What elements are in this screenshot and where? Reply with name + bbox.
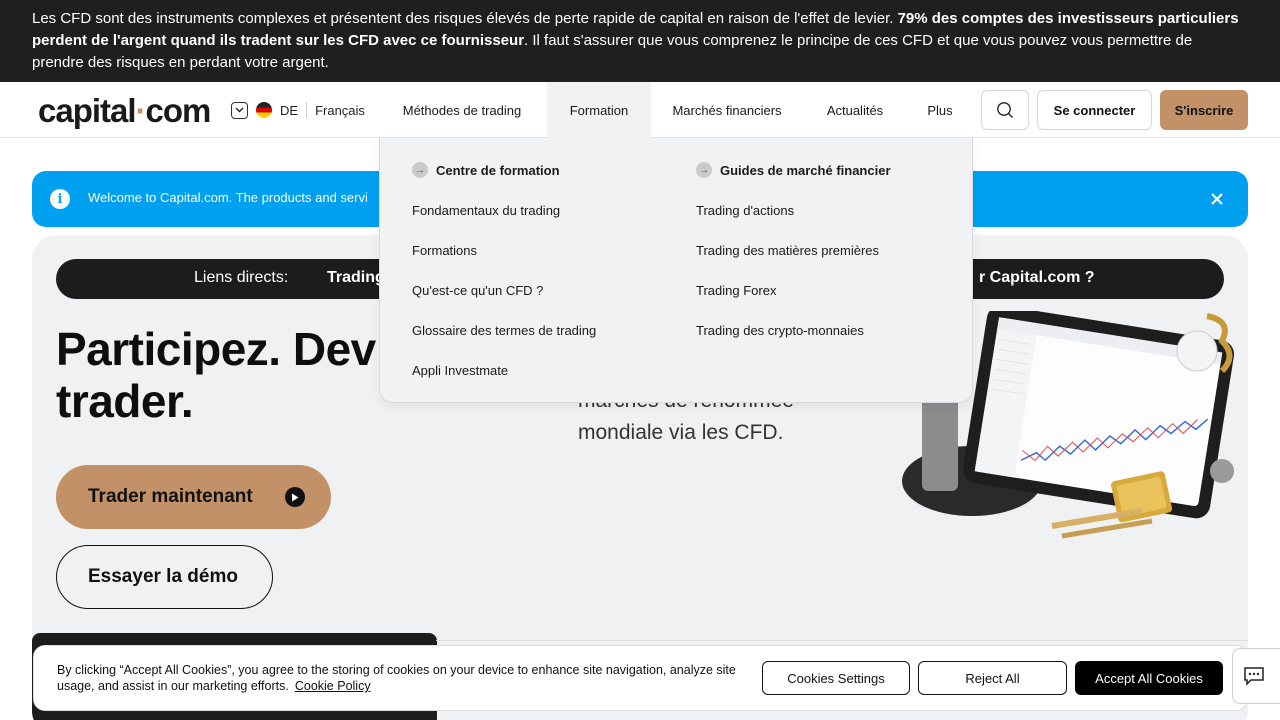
quick-links-label: Liens directs: xyxy=(194,269,289,286)
quick-link-trading[interactable]: Trading xyxy=(327,269,385,287)
quick-link-capital[interactable]: r Capital.com ? xyxy=(979,269,1095,287)
cookie-text: By clicking “Accept All Cookies”, you ag… xyxy=(57,662,737,694)
risk-text-1: Les CFD sont des instruments complexes e… xyxy=(32,10,898,27)
cookies-settings-button[interactable]: Cookies Settings xyxy=(762,661,910,695)
arrow-right-icon: → xyxy=(696,162,712,178)
logo-part-com: com xyxy=(145,92,212,129)
subtext-line-2: mondiale via les CFD. xyxy=(578,421,784,444)
play-icon xyxy=(285,487,305,507)
trade-now-button[interactable]: Trader maintenant xyxy=(56,465,331,529)
nav-marches-financiers[interactable]: Marchés financiers xyxy=(660,82,794,138)
heading-label: Guides de marché financier xyxy=(720,162,891,178)
heading-label: Centre de formation xyxy=(436,162,560,178)
search-icon xyxy=(997,102,1013,118)
welcome-text: Welcome to Capital.com. The products and… xyxy=(88,190,368,205)
chevron-down-icon[interactable] xyxy=(231,101,248,119)
reject-all-button[interactable]: Reject All xyxy=(918,661,1067,695)
menu-link-quest-ce-cfd[interactable]: Qu'est-ce qu'un CFD ? xyxy=(412,283,543,298)
chat-button[interactable] xyxy=(1232,648,1280,704)
search-button[interactable] xyxy=(981,90,1029,130)
centre-de-formation-heading[interactable]: → Centre de formation xyxy=(412,162,560,178)
menu-link-trading-crypto[interactable]: Trading des crypto-monnaies xyxy=(696,323,864,338)
close-icon[interactable] xyxy=(1206,188,1228,210)
menu-link-glossaire[interactable]: Glossaire des termes de trading xyxy=(412,323,596,338)
nav-actualites[interactable]: Actualités xyxy=(812,82,898,138)
site-header: capital·com DE Français Méthodes de trad… xyxy=(0,82,1280,138)
signup-button[interactable]: S'inscrire xyxy=(1160,90,1248,130)
headline-line-1: Participez. Dev xyxy=(56,323,376,375)
region-code: DE xyxy=(280,102,299,118)
logo-dot: · xyxy=(135,92,147,129)
guides-marche-heading[interactable]: → Guides de marché financier xyxy=(696,162,891,178)
cookie-consent-bar: By clicking “Accept All Cookies”, you ag… xyxy=(33,645,1248,711)
divider xyxy=(306,102,308,118)
info-icon: i xyxy=(50,189,70,209)
chat-icon xyxy=(1244,667,1264,686)
risk-warning-banner: Les CFD sont des instruments complexes e… xyxy=(0,0,1280,82)
nav-formation[interactable]: Formation xyxy=(547,82,651,138)
formation-dropdown-menu: → Centre de formation Fondamentaux du tr… xyxy=(379,138,973,403)
hero-headline: Participez. Dev trader. xyxy=(56,323,376,427)
login-button[interactable]: Se connecter xyxy=(1037,90,1152,130)
capital-com-logo[interactable]: capital·com xyxy=(38,92,212,130)
menu-link-appli-investmate[interactable]: Appli Investmate xyxy=(412,363,508,378)
cookie-policy-link[interactable]: Cookie Policy xyxy=(295,679,371,693)
region-language-selector[interactable]: DE Français xyxy=(231,101,365,119)
trade-now-label: Trader maintenant xyxy=(88,486,253,507)
headline-line-2: trader. xyxy=(56,375,194,427)
language-label[interactable]: Français xyxy=(315,103,365,118)
divider xyxy=(436,640,1248,641)
arrow-right-icon: → xyxy=(412,162,428,178)
try-demo-button[interactable]: Essayer la démo xyxy=(56,545,273,609)
menu-link-trading-actions[interactable]: Trading d'actions xyxy=(696,203,794,218)
cookie-message: By clicking “Accept All Cookies”, you ag… xyxy=(57,663,736,693)
accept-all-cookies-button[interactable]: Accept All Cookies xyxy=(1075,661,1223,695)
menu-link-trading-matieres[interactable]: Trading des matières premières xyxy=(696,243,879,258)
germany-flag-icon xyxy=(256,102,272,118)
menu-link-fondamentaux[interactable]: Fondamentaux du trading xyxy=(412,203,560,218)
nav-plus[interactable]: Plus xyxy=(915,82,965,138)
nav-methodes-de-trading[interactable]: Méthodes de trading xyxy=(382,82,542,138)
logo-part-capital: capital xyxy=(38,92,137,129)
menu-link-trading-forex[interactable]: Trading Forex xyxy=(696,283,776,298)
menu-link-formations[interactable]: Formations xyxy=(412,243,477,258)
